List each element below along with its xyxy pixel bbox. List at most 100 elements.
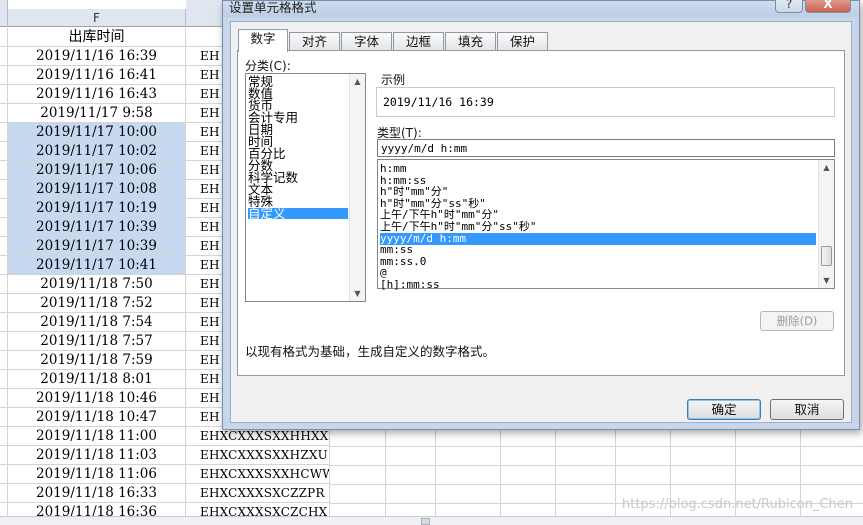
format-item[interactable]: h"时"mm"分"ss"秒" [380, 198, 816, 210]
row-cell-e[interactable] [0, 123, 8, 142]
delete-button[interactable]: 删除(D) [760, 311, 834, 331]
date-cell[interactable]: 2019/11/17 10:39 [8, 218, 186, 237]
format-item[interactable]: h:mm [380, 163, 816, 175]
tab-border[interactable]: 边框 [393, 32, 444, 51]
dialog-titlebar[interactable]: 设置单元格格式 ? X [223, 0, 859, 17]
ok-button[interactable]: 确定 [687, 399, 761, 420]
date-cell[interactable]: 2019/11/17 10:06 [8, 161, 186, 180]
column-header-e[interactable] [0, 0, 8, 9]
row-cell-e[interactable] [0, 465, 8, 484]
code-cell[interactable]: EHXCXXXSXCZZPR [186, 484, 330, 503]
scroll-up-icon[interactable]: ▲ [819, 160, 834, 175]
format-item[interactable]: mm:ss [380, 244, 816, 256]
row-cell-e[interactable] [0, 218, 8, 237]
row-cell-e[interactable] [0, 142, 8, 161]
row-cell-e[interactable] [0, 275, 8, 294]
scroll-down-icon[interactable]: ▼ [819, 273, 834, 288]
scroll-down-icon[interactable]: ▼ [350, 286, 365, 301]
gridline [330, 465, 863, 466]
row-cell-e[interactable] [0, 180, 8, 199]
format-item[interactable]: @ [380, 267, 816, 279]
tab-font[interactable]: 字体 [341, 32, 392, 51]
row-cell-e[interactable] [0, 427, 8, 446]
scroll-up-icon[interactable]: ▲ [350, 74, 365, 89]
category-list[interactable]: 常规 数值 货币 会计专用 日期 时间 百分比 分数 科学记数 文本 特殊 自定义 ▲ ▼ [245, 73, 366, 302]
category-item[interactable]: 自定义 [248, 207, 348, 220]
screen: F 出库时间 2019/11/16 16:39 EH 2019/11/16 16:4… [0, 0, 863, 525]
date-cell[interactable]: 2019/11/18 7:59 [8, 351, 186, 370]
format-item[interactable]: 上午/下午h"时"mm"分"ss"秒" [380, 221, 816, 233]
date-cell[interactable]: 2019/11/17 10:19 [8, 199, 186, 218]
date-cell[interactable]: 2019/11/16 16:43 [8, 85, 186, 104]
date-cell[interactable]: 2019/11/17 10:39 [8, 237, 186, 256]
format-item[interactable]: h"时"mm"分" [380, 186, 816, 198]
row-cell-e[interactable] [0, 313, 8, 332]
close-button[interactable]: X [805, 0, 851, 13]
type-input[interactable]: yyyy/m/d h:mm [377, 139, 835, 157]
row-cell-e[interactable] [0, 47, 8, 66]
tab-alignment[interactable]: 对齐 [289, 32, 340, 51]
date-cell[interactable]: 2019/11/16 16:41 [8, 66, 186, 85]
format-item[interactable]: [h]:mm:ss [380, 279, 816, 291]
code-cell[interactable]: EHXCXXXSXXHZXU [186, 446, 330, 465]
cancel-button[interactable]: 取消 [770, 399, 844, 420]
row-cell-e[interactable] [0, 256, 8, 275]
date-cell[interactable]: 2019/11/17 9:58 [8, 104, 186, 123]
format-list[interactable]: h:mm h:mm:ss h"时"mm"分" h"时"mm"分"ss"秒" 上午/下午h… [377, 159, 835, 291]
tab-protection[interactable]: 保护 [497, 32, 548, 51]
row-cell-e[interactable] [0, 237, 8, 256]
tab-number[interactable]: 数字 [238, 29, 288, 52]
format-item[interactable]: yyyy/m/d h:mm [380, 232, 816, 245]
row-cell-e[interactable] [0, 161, 8, 180]
column-header-e-lower[interactable] [0, 9, 8, 27]
date-cell[interactable]: 2019/11/18 11:03 [8, 446, 186, 465]
row-cell-e[interactable] [0, 66, 8, 85]
date-cell[interactable]: 2019/11/17 10:41 [8, 256, 186, 275]
row-cell-e[interactable] [0, 408, 8, 427]
row-cell-e[interactable] [0, 85, 8, 104]
date-cell[interactable]: 2019/11/18 10:46 [8, 389, 186, 408]
row-cell-e[interactable] [0, 351, 8, 370]
date-cell[interactable]: 2019/11/18 11:06 [8, 465, 186, 484]
row-cell-e[interactable] [0, 389, 8, 408]
format-item[interactable]: h:mm:ss [380, 175, 816, 187]
date-cell[interactable]: 2019/11/16 16:39 [8, 47, 186, 66]
horizontal-scrollbar[interactable] [0, 516, 863, 525]
sample-label: 示例 [381, 73, 406, 87]
close-icon: X [823, 0, 833, 11]
date-cell[interactable]: 2019/11/18 7:57 [8, 332, 186, 351]
date-cell[interactable]: 2019/11/17 10:08 [8, 180, 186, 199]
date-cell[interactable]: 2019/11/18 11:00 [8, 427, 186, 446]
date-cell[interactable]: 2019/11/17 10:00 [8, 123, 186, 142]
blank-cell[interactable] [0, 28, 8, 47]
row-cell-e[interactable] [0, 199, 8, 218]
tab-fill[interactable]: 填充 [445, 32, 496, 51]
help-button[interactable]: ? [775, 0, 803, 13]
row-cell-e[interactable] [0, 104, 8, 123]
date-cell[interactable]: 2019/11/18 7:50 [8, 275, 186, 294]
row-cell-e[interactable] [0, 446, 8, 465]
sample-value: 2019/11/16 16:39 [383, 95, 494, 109]
scrollbar-thumb[interactable] [821, 246, 832, 266]
date-cell[interactable]: 2019/11/18 8:01 [8, 370, 186, 389]
gridline [330, 446, 863, 447]
column-header-f[interactable]: F [8, 9, 186, 27]
category-scrollbar[interactable]: ▲ ▼ [349, 74, 365, 301]
date-cell[interactable]: 2019/11/18 10:47 [8, 408, 186, 427]
dialog-title: 设置单元格格式 [229, 0, 317, 15]
row-cell-e[interactable] [0, 370, 8, 389]
date-cell[interactable]: 2019/11/18 7:54 [8, 313, 186, 332]
column-title-cell[interactable]: 出库时间 [8, 28, 186, 47]
row-cell-e[interactable] [0, 294, 8, 313]
format-cells-dialog: 设置单元格格式 ? X 数字 对齐 字体 边框 填充 保护 分类(C): 常规数… [222, 0, 860, 430]
format-scrollbar[interactable]: ▲ ▼ [818, 160, 834, 288]
date-cell[interactable]: 2019/11/17 10:02 [8, 142, 186, 161]
scrollbar-thumb[interactable] [421, 518, 430, 525]
date-cell[interactable]: 2019/11/18 16:33 [8, 484, 186, 503]
row-cell-e[interactable] [0, 332, 8, 351]
date-cell[interactable]: 2019/11/18 7:52 [8, 294, 186, 313]
format-item[interactable]: mm:ss.0 [380, 256, 816, 268]
row-cell-e[interactable] [0, 484, 8, 503]
code-cell[interactable]: EHXCXXXSXXHCWW [186, 465, 330, 484]
format-item[interactable]: 上午/下午h"时"mm"分" [380, 209, 816, 221]
